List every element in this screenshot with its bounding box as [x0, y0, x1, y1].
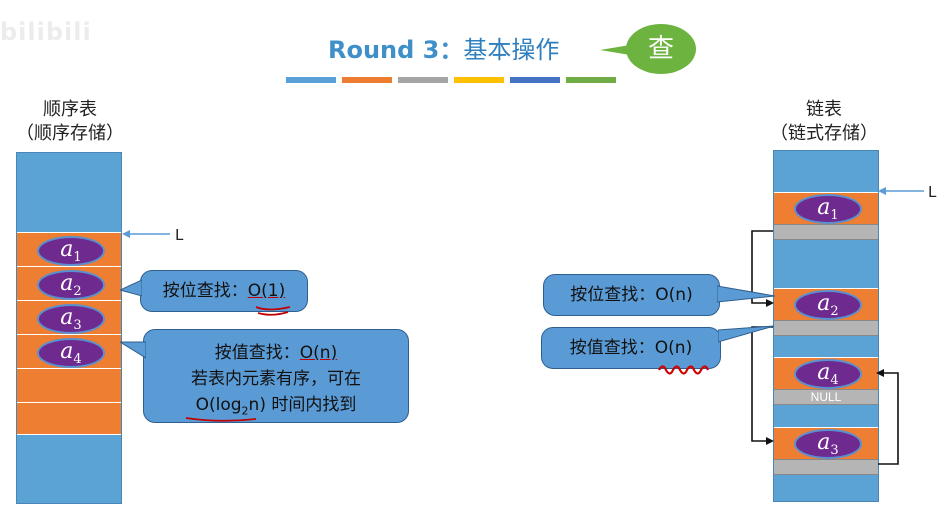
color-bar — [510, 77, 560, 83]
seq-element-a2: a2 — [37, 270, 105, 300]
linked-list-title: 链表 （链式存储） — [762, 98, 886, 146]
arrowhead — [766, 437, 774, 445]
seq-log-rest: 时间内找到 — [265, 395, 357, 415]
query-tag-bubble: 查 — [626, 24, 696, 74]
seq-list-title-line1: 顺序表 — [43, 99, 97, 120]
seq-callout-val-line1: 按值查找：O(n) — [144, 340, 408, 366]
seq-callout-val-line2: 若表内元素有序，可在 — [191, 369, 361, 389]
seq-pointer-label: L — [175, 226, 184, 244]
seq-callout-by-value: 按值查找：O(n) 若表内元素有序，可在 O(log2n) 时间内找到 — [143, 329, 409, 423]
seq-pos-scribble — [255, 306, 291, 316]
linked-list-title-line2: （链式存储） — [770, 123, 878, 144]
linked-callout-pos-label: 按位查找： — [570, 285, 656, 305]
seq-log-underline — [185, 417, 257, 422]
seq-callout-pos-complexity: O(1) — [247, 281, 286, 301]
linked-pointer-label: L — [928, 183, 937, 201]
color-bar — [342, 77, 392, 83]
linked-callout-pos-tail — [717, 285, 775, 303]
color-bar — [566, 77, 616, 83]
linked-callout-pos-complexity: O(n) — [655, 285, 693, 305]
title-topic: 基本操作 — [463, 36, 560, 64]
seq-callout-val-complexity: O(n) — [299, 343, 338, 363]
color-bar-strip — [286, 77, 616, 85]
linked-pointer-arrow — [878, 187, 924, 195]
seq-callout-pos-tail — [120, 279, 142, 297]
watermark-logo: bilibili — [0, 18, 92, 46]
linked-list-title-line1: 链表 — [806, 99, 842, 120]
linked-element-a1: a1 — [794, 194, 862, 224]
seq-log-prefix: O(log — [195, 395, 242, 415]
seq-element-a1: a1 — [37, 236, 105, 266]
seq-callout-pos-label: 按位查找： — [162, 281, 248, 301]
linked-callout-val-label: 按值查找： — [569, 338, 655, 358]
linked-callout-val-complexity: O(n) — [654, 338, 693, 358]
seq-cell-5 — [17, 368, 121, 403]
seq-list-title: 顺序表 （顺序存储） — [8, 98, 132, 146]
slide-title: Round 3：基本操作 — [328, 30, 559, 65]
linked-callout-val-tail — [718, 325, 774, 343]
bubble-tail — [600, 44, 636, 56]
color-bar — [398, 77, 448, 83]
color-bar — [286, 77, 336, 83]
linked-val-scribble — [658, 365, 710, 375]
seq-list-column: a1 a2 a3 a4 — [16, 152, 122, 504]
seq-list-title-line2: （顺序存储） — [16, 123, 124, 144]
seq-cell-6 — [17, 402, 121, 435]
seq-element-a3: a3 — [37, 304, 105, 334]
linked-next-arrows — [751, 230, 899, 465]
linked-callout-by-position: 按位查找：O(n) — [543, 274, 720, 316]
color-bar — [454, 77, 504, 83]
arrowhead — [876, 369, 884, 377]
seq-pointer-arrow — [122, 230, 170, 238]
seq-callout-val-tail — [120, 341, 146, 359]
seq-log-suffix: n) — [248, 395, 266, 415]
seq-callout-val-label: 按值查找： — [214, 343, 300, 363]
title-round: Round 3： — [328, 36, 464, 64]
seq-element-a4: a4 — [37, 338, 105, 368]
query-tag-text: 查 — [647, 34, 674, 64]
